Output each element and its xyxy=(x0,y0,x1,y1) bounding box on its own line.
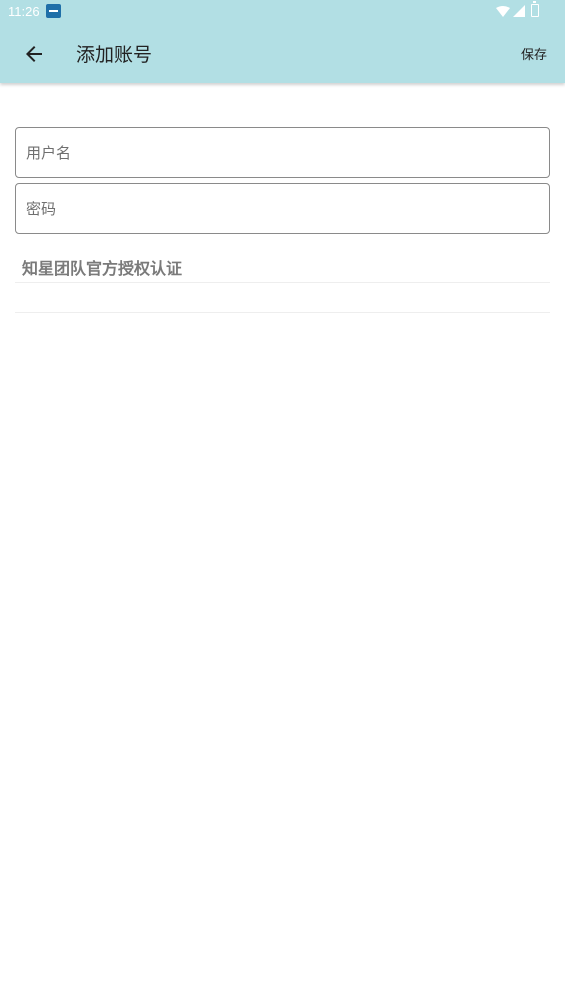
page-title: 添加账号 xyxy=(76,44,153,66)
save-button[interactable]: 保存 xyxy=(521,44,547,63)
password-field[interactable] xyxy=(15,183,550,234)
password-input[interactable] xyxy=(16,184,549,233)
username-input[interactable] xyxy=(16,128,549,177)
signal-icon xyxy=(513,5,525,17)
status-bar: 11:26 xyxy=(0,0,565,24)
official-authorization-text: 知星团队官方授权认证 xyxy=(22,259,183,278)
divider xyxy=(15,312,550,313)
app-notification-icon xyxy=(46,4,61,18)
divider xyxy=(15,282,550,283)
username-field[interactable] xyxy=(15,127,550,178)
battery-icon xyxy=(531,1,539,17)
app-bar: 11:26 添加账号 保存 xyxy=(0,0,565,83)
arrow-left-icon[interactable] xyxy=(22,42,46,66)
wifi-icon xyxy=(496,6,510,17)
status-time: 11:26 xyxy=(8,4,40,19)
